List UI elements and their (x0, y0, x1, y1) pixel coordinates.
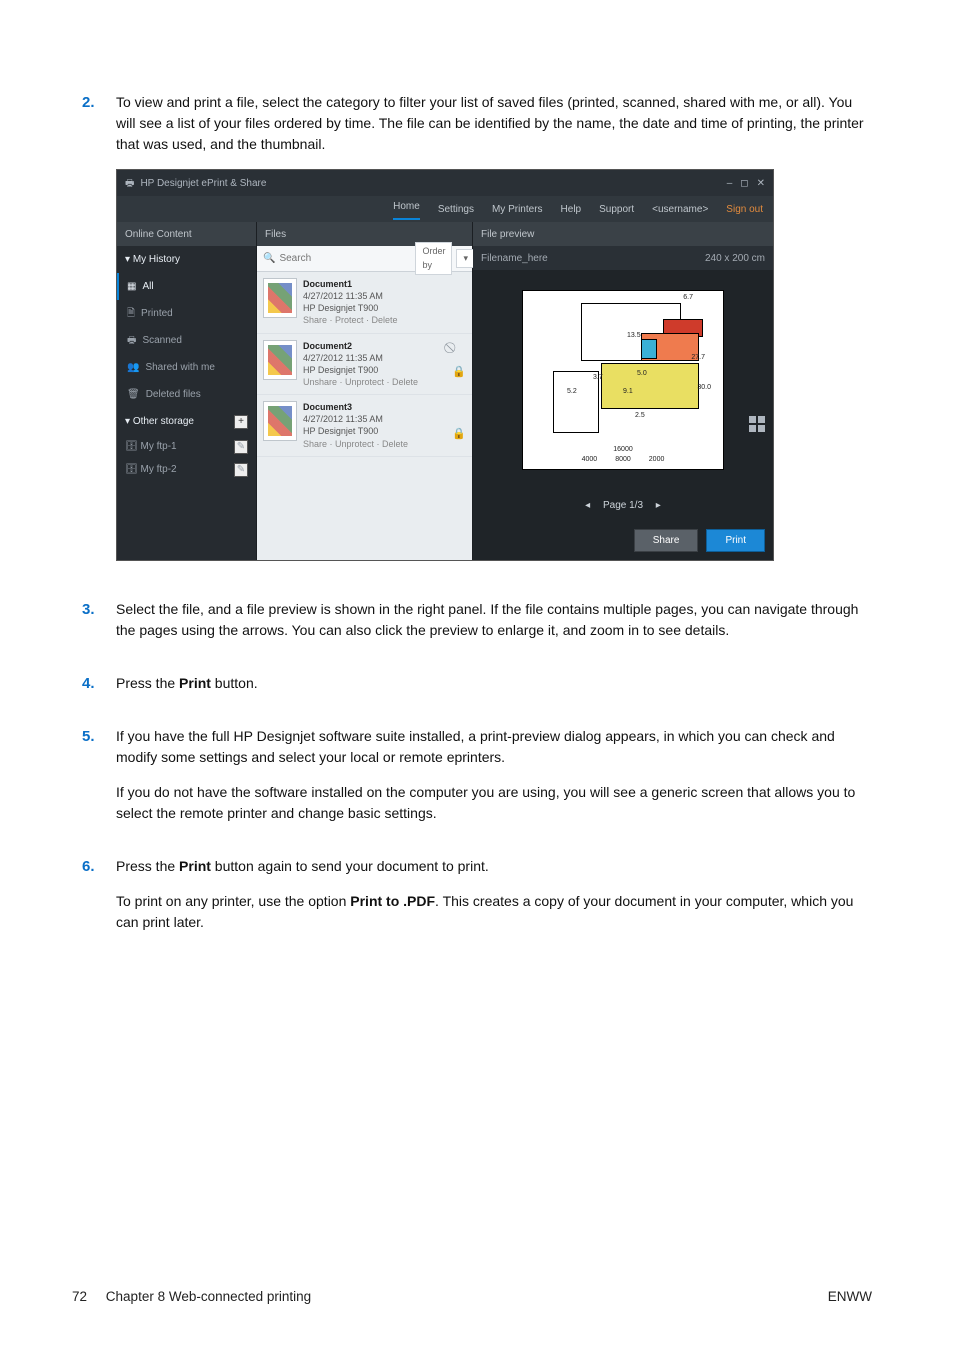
menu-bar: Home Settings My Printers Help Support <… (117, 196, 773, 222)
step-number-6: 6. (82, 856, 116, 947)
page-next-button[interactable]: ▸ (656, 500, 661, 511)
sidebar-scanned[interactable]: 🖶 Scanned (117, 327, 256, 354)
ftp-icon: 🗄 (125, 464, 138, 475)
preview-drawing: 6.7 13.5 3.7 5.0 5.2 9.1 2.5 27.7 30.0 (523, 291, 723, 469)
step-2-text: To view and print a file, select the cat… (116, 92, 872, 155)
sidebar-header: Online Content (117, 222, 256, 246)
print-button[interactable]: Print (706, 529, 765, 552)
step-5-p1: If you have the full HP Designjet softwa… (116, 726, 872, 768)
file-date: 4/27/2012 11:35 AM (303, 352, 418, 364)
file-name: Document2 (303, 340, 418, 352)
trash-icon: 🗑 (127, 387, 140, 402)
preview-panel: File preview Filename_here 240 x 200 cm (473, 222, 773, 560)
printed-icon: 🗎 (127, 306, 135, 321)
menu-support[interactable]: Support (599, 202, 634, 217)
page-footer: 72 Chapter 8 Web-connected printing ENWW (72, 1289, 872, 1304)
file-thumbnail (263, 278, 297, 318)
file-name: Document1 (303, 278, 398, 290)
edit-ftp1-button[interactable]: ✎ (234, 440, 248, 454)
window-minimize-icon[interactable]: – (727, 176, 733, 191)
order-by-dropdown[interactable]: Order by (415, 242, 452, 275)
app-screenshot: 🖶 HP Designjet ePrint & Share – ◻ ✕ Home… (116, 169, 774, 561)
lock-icon: 🔒 (452, 364, 466, 381)
chapter-title: Chapter 8 Web-connected printing (106, 1289, 311, 1304)
file-printer: HP Designjet T900 (303, 364, 418, 376)
file-actions[interactable]: Share · Protect · Delete (303, 314, 398, 326)
shared-icon: 👥 (127, 360, 139, 375)
unshare-icon: ⃠ (452, 340, 466, 357)
scanned-icon: 🖶 (127, 333, 136, 348)
search-icon: 🔍 (263, 251, 275, 266)
page-prev-button[interactable]: ◂ (585, 500, 590, 511)
footer-brand: ENWW (828, 1289, 872, 1304)
sidebar-other-storage[interactable]: ▾ Other storage + (117, 408, 256, 435)
add-storage-button[interactable]: + (234, 415, 248, 429)
file-date: 4/27/2012 11:35 AM (303, 413, 408, 425)
preview-dimensions: 240 x 200 cm (705, 251, 765, 266)
menu-my-printers[interactable]: My Printers (492, 202, 543, 217)
preview-header: File preview (473, 222, 773, 246)
step-6-p2: To print on any printer, use the option … (116, 891, 872, 933)
menu-home[interactable]: Home (393, 199, 420, 220)
file-actions[interactable]: Unshare · Unprotect · Delete (303, 376, 418, 388)
sidebar-printed[interactable]: 🗎 Printed (117, 300, 256, 327)
sidebar-ftp-2[interactable]: 🗄 My ftp-2 ✎ (117, 458, 256, 481)
window-maximize-icon[interactable]: ◻ (740, 176, 748, 191)
sidebar-my-history[interactable]: ▾ My History (117, 246, 256, 273)
menu-sign-out[interactable]: Sign out (726, 202, 763, 217)
sidebar-ftp-1[interactable]: 🗄 My ftp-1 ✎ (117, 435, 256, 458)
menu-help[interactable]: Help (561, 202, 582, 217)
sidebar: Online Content ▾ My History ▦ All 🗎 Prin… (117, 222, 257, 560)
files-panel: Files 🔍 Order by ▾ (257, 222, 473, 560)
pager: ◂ Page 1/3 ▸ (473, 490, 773, 521)
step-number-3: 3. (82, 599, 116, 655)
step-4-text: Press the Print button. (116, 673, 872, 694)
preview-filename: Filename_here (481, 251, 548, 266)
step-number-5: 5. (82, 726, 116, 838)
ftp-icon: 🗄 (125, 441, 138, 452)
file-thumbnail (263, 401, 297, 441)
step-3-text: Select the file, and a file preview is s… (116, 599, 872, 641)
step-number-4: 4. (82, 673, 116, 708)
step-6-p1: Press the Print button again to send you… (116, 856, 872, 877)
sidebar-shared[interactable]: 👥 Shared with me (117, 354, 256, 381)
app-icon: 🖶 (125, 176, 134, 191)
file-row[interactable]: Document3 4/27/2012 11:35 AM HP Designje… (257, 395, 472, 457)
app-title: HP Designjet ePrint & Share (140, 176, 266, 191)
file-name: Document3 (303, 401, 408, 413)
title-bar: 🖶 HP Designjet ePrint & Share – ◻ ✕ (117, 170, 773, 196)
page-indicator: Page 1/3 (603, 500, 643, 511)
file-row[interactable]: Document1 4/27/2012 11:35 AM HP Designje… (257, 272, 472, 334)
lock-icon: 🔒 (452, 426, 466, 443)
file-thumbnail (263, 340, 297, 380)
preview-canvas[interactable]: 6.7 13.5 3.7 5.0 5.2 9.1 2.5 27.7 30.0 (473, 270, 773, 490)
share-button[interactable]: Share (634, 529, 699, 552)
file-date: 4/27/2012 11:35 AM (303, 290, 398, 302)
window-close-icon[interactable]: ✕ (757, 176, 765, 191)
menu-username[interactable]: <username> (652, 202, 708, 217)
step-number-2: 2. (82, 92, 116, 581)
search-input[interactable] (279, 253, 411, 264)
expand-icon[interactable] (749, 416, 765, 432)
menu-settings[interactable]: Settings (438, 202, 474, 217)
file-printer: HP Designjet T900 (303, 302, 398, 314)
edit-ftp2-button[interactable]: ✎ (234, 463, 248, 477)
file-row[interactable]: Document2 4/27/2012 11:35 AM HP Designje… (257, 334, 472, 396)
page-number: 72 (72, 1289, 87, 1304)
grid-icon: ▦ (127, 279, 136, 294)
step-5-p2: If you do not have the software installe… (116, 782, 872, 824)
sidebar-deleted[interactable]: 🗑 Deleted files (117, 381, 256, 408)
sidebar-all[interactable]: ▦ All (117, 273, 256, 300)
file-actions[interactable]: Share · Unprotect · Delete (303, 438, 408, 450)
file-printer: HP Designjet T900 (303, 425, 408, 437)
